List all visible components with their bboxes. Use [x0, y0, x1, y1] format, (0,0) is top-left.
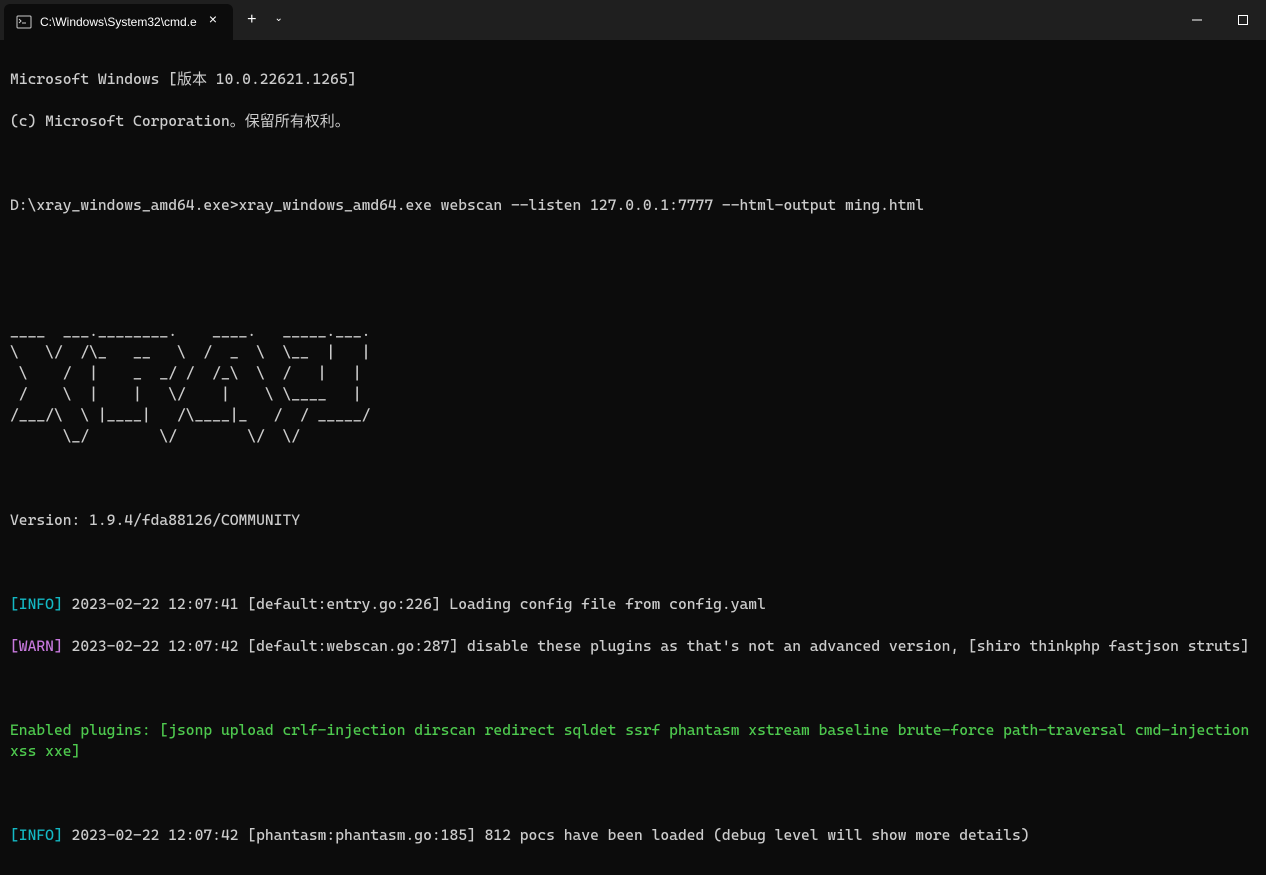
terminal-content[interactable]: Microsoft Windows [版本 10.0.22621.1265] (…: [0, 40, 1266, 875]
minimize-button[interactable]: [1174, 0, 1220, 40]
titlebar: C:\Windows\System32\cmd.e × + ⌄: [0, 0, 1266, 40]
new-tab-button[interactable]: +: [233, 9, 270, 31]
command-text: xray_windows_amd64.exe webscan --listen …: [239, 196, 925, 214]
blank-line: [10, 678, 1256, 699]
command-line: D:\xray_windows_amd64.exe>xray_windows_a…: [10, 195, 1256, 216]
blank-line: [10, 552, 1256, 573]
prompt: D:\xray_windows_amd64.exe>: [10, 196, 239, 214]
tab-title: C:\Windows\System32\cmd.e: [40, 14, 197, 31]
log-line-warn: [WARN] 2023-02-22 12:07:42 [default:webs…: [10, 636, 1256, 657]
window-controls: [1174, 0, 1266, 40]
log-level-info: [INFO]: [10, 826, 63, 844]
blank-line: [10, 783, 1256, 804]
terminal-tab[interactable]: C:\Windows\System32\cmd.e ×: [4, 4, 233, 40]
enabled-plugins-line: Enabled plugins: [jsonp upload crlf-inje…: [10, 720, 1256, 762]
tab-dropdown-button[interactable]: ⌄: [270, 13, 286, 27]
maximize-button[interactable]: [1220, 0, 1266, 40]
log-level-warn: [WARN]: [10, 637, 63, 655]
blank-line: [10, 153, 1256, 174]
log-message: 2023-02-22 12:07:41 [default:entry.go:22…: [63, 595, 766, 613]
copyright-line: (c) Microsoft Corporation。保留所有权利。: [10, 111, 1256, 132]
log-level-info: [INFO]: [10, 595, 63, 613]
log-message: 2023-02-22 12:07:42 [default:webscan.go:…: [63, 637, 1250, 655]
version-line: Version: 1.9.4/fda88126/COMMUNITY: [10, 510, 1256, 531]
blank-line: [10, 468, 1256, 489]
log-line-info: [INFO] 2023-02-22 12:07:42 [phantasm:pha…: [10, 825, 1256, 846]
blank-line: [10, 279, 1256, 300]
windows-version-line: Microsoft Windows [版本 10.0.22621.1265]: [10, 69, 1256, 90]
cmd-icon: [16, 14, 32, 30]
blank-line: [10, 237, 1256, 258]
log-message: 2023-02-22 12:07:42 [phantasm:phantasm.g…: [63, 826, 1030, 844]
xray-ascii-logo: ____ ___.________. ____. _____.___. \ \/…: [10, 321, 1256, 447]
log-line-info: [INFO] 2023-02-22 12:07:41 [default:entr…: [10, 594, 1256, 615]
tab-close-button[interactable]: ×: [205, 12, 221, 32]
